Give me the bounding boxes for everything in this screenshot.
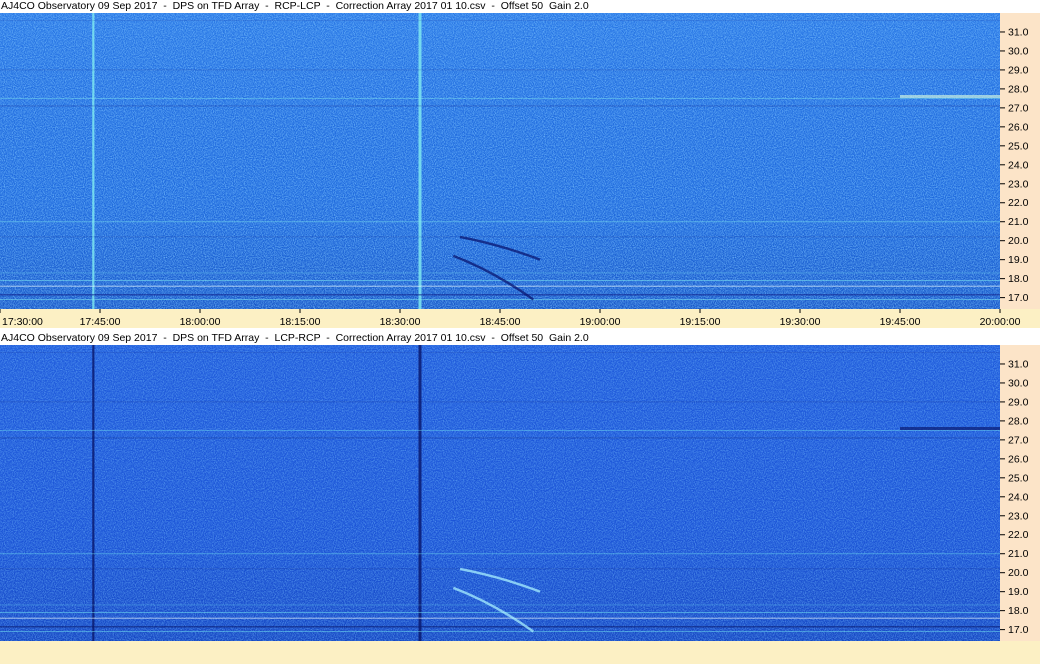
horizontal-rfi-band	[0, 299, 1000, 301]
frequency-tick-label: 27.0	[1008, 102, 1029, 114]
panel1-frequency-axis-svg: 17.0 18.0 19.0 20.0 21.0 22.0 23.0 24.0 25.0 26.0…	[1000, 26, 1029, 304]
time-axis: 17:30:00 17:45:00 18:00:00 18:15:00 18:30:00…	[0, 309, 1040, 328]
horizontal-rfi-band	[0, 236, 1000, 238]
horizontal-rfi-band	[0, 285, 1000, 287]
frequency-tick-label: 20.0	[1008, 235, 1029, 247]
frequency-tick-label: 17.0	[1008, 624, 1029, 636]
frequency-tick-label: 22.0	[1008, 197, 1029, 209]
horizontal-rfi-band	[0, 294, 1000, 296]
panel2-frequency-axis-svg: 17.0 18.0 19.0 20.0 21.0 22.0 23.0 24.0 25.0 26.0…	[1000, 358, 1029, 636]
horizontal-rfi-band	[0, 626, 1000, 628]
frequency-tick-label: 17.0	[1008, 292, 1029, 304]
horizontal-rfi-band	[0, 352, 1000, 353]
rfi-segment	[900, 426, 1000, 430]
time-axis-svg: 17:30:00 17:45:00 18:00:00 18:15:00 18:30:00…	[0, 309, 1021, 328]
frequency-tick-label: 18.0	[1008, 605, 1029, 617]
horizontal-rfi-band	[0, 280, 1000, 282]
horizontal-rfi-band	[0, 568, 1000, 570]
rfi-segment	[900, 94, 1000, 98]
time-tick-label: 18:15:00	[280, 316, 321, 328]
horizontal-rfi-band	[0, 69, 1000, 71]
panel2-frequency-axis: 17.0 18.0 19.0 20.0 21.0 22.0 23.0 24.0 25.0 26.0…	[1000, 345, 1040, 641]
time-tick-label: 18:45:00	[480, 316, 521, 328]
spectrogram-noise	[0, 13, 1000, 309]
horizontal-rfi-band	[0, 429, 1000, 431]
frequency-tick-label: 22.0	[1008, 529, 1029, 541]
bottom-time-axis-strip	[0, 641, 1040, 664]
panel2-spectrogram-image	[0, 345, 1000, 641]
horizontal-rfi-band	[0, 631, 1000, 633]
frequency-tick-label: 23.0	[1008, 178, 1029, 190]
frequency-tick-label: 28.0	[1008, 83, 1029, 95]
panel2-title: AJ4CO Observatory 09 Sep 2017 - DPS on T…	[0, 332, 1040, 345]
panel2-spectrogram[interactable]	[0, 345, 1000, 641]
frequency-tick-label: 21.0	[1008, 548, 1029, 560]
horizontal-rfi-band	[0, 97, 1000, 99]
horizontal-rfi-band	[0, 612, 1000, 614]
time-tick-label: 19:30:00	[780, 316, 821, 328]
horizontal-rfi-band	[0, 105, 1000, 107]
time-tick-label: 17:30:00	[2, 316, 43, 328]
time-tick-label: 19:45:00	[880, 316, 921, 328]
horizontal-rfi-band	[0, 221, 1000, 223]
frequency-tick-label: 26.0	[1008, 453, 1029, 465]
frequency-tick-label: 30.0	[1008, 377, 1029, 389]
horizontal-rfi-band	[0, 617, 1000, 619]
horizontal-rfi-band	[0, 553, 1000, 555]
horizontal-rfi-band	[0, 401, 1000, 403]
frequency-tick-label: 31.0	[1008, 26, 1029, 38]
frequency-tick-label: 21.0	[1008, 216, 1029, 228]
frequency-tick-label: 24.0	[1008, 491, 1029, 503]
frequency-tick-label: 24.0	[1008, 159, 1029, 171]
frequency-tick-label: 25.0	[1008, 140, 1029, 152]
frequency-tick-label: 20.0	[1008, 567, 1029, 579]
spectrogram-noise	[0, 345, 1000, 641]
vertical-interference-line	[92, 345, 95, 641]
panel1-spectrogram[interactable]	[0, 13, 1000, 309]
horizontal-rfi-band	[0, 437, 1000, 439]
frequency-tick-label: 29.0	[1008, 64, 1029, 76]
frequency-tick-label: 26.0	[1008, 121, 1029, 133]
frequency-tick-label: 25.0	[1008, 472, 1029, 484]
time-tick-label: 17:45:00	[80, 316, 121, 328]
frequency-tick-label: 18.0	[1008, 273, 1029, 285]
time-tick-label: 19:00:00	[580, 316, 621, 328]
time-tick-label: 18:30:00	[380, 316, 421, 328]
time-tick-label: 20:00:00	[980, 316, 1021, 328]
horizontal-rfi-band	[0, 272, 1000, 274]
panel1-title: AJ4CO Observatory 09 Sep 2017 - DPS on T…	[0, 0, 1040, 13]
vertical-interference-line	[92, 13, 95, 309]
panel1-frequency-axis: 17.0 18.0 19.0 20.0 21.0 22.0 23.0 24.0 25.0 26.0…	[1000, 13, 1040, 309]
frequency-tick-label: 19.0	[1008, 254, 1029, 266]
frequency-tick-label: 23.0	[1008, 510, 1029, 522]
time-tick-label: 19:15:00	[680, 316, 721, 328]
horizontal-rfi-band	[0, 604, 1000, 606]
time-tick-label: 18:00:00	[180, 316, 221, 328]
vertical-interference-line	[418, 13, 422, 309]
horizontal-rfi-band	[0, 20, 1000, 21]
frequency-tick-label: 29.0	[1008, 396, 1029, 408]
frequency-tick-label: 31.0	[1008, 358, 1029, 370]
frequency-tick-label: 27.0	[1008, 434, 1029, 446]
vertical-interference-line	[418, 345, 422, 641]
panel1-spectrogram-image	[0, 13, 1000, 309]
frequency-tick-label: 28.0	[1008, 415, 1029, 427]
frequency-tick-label: 19.0	[1008, 586, 1029, 598]
frequency-tick-label: 30.0	[1008, 45, 1029, 57]
